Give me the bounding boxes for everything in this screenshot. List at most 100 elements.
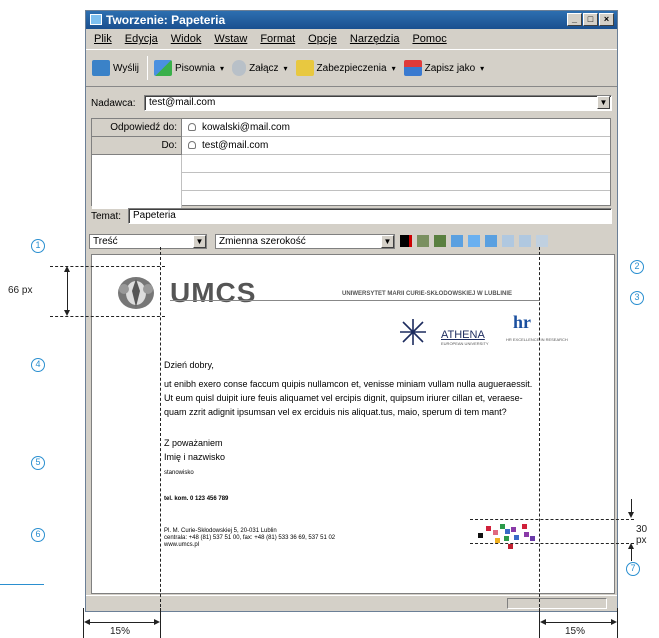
- signature-position: stanowisko: [164, 470, 194, 476]
- signature-name: Imię i nazwisko: [164, 452, 226, 462]
- margin-label-left: 15%: [110, 626, 131, 637]
- window-title: Tworzenie: Papeteria: [106, 13, 226, 27]
- minimize-button[interactable]: _: [567, 13, 582, 26]
- arrow-up-icon: [64, 266, 70, 272]
- bullet-list-icon[interactable]: [502, 235, 514, 247]
- spellcheck-icon: [154, 60, 173, 76]
- menu-tools[interactable]: Narzędzia: [350, 30, 400, 48]
- subject-field[interactable]: Papeteria: [128, 208, 612, 224]
- size-label-66: 66 px: [8, 285, 33, 296]
- increase-font-icon[interactable]: [434, 235, 446, 247]
- send-button[interactable]: Wyślij: [92, 60, 139, 76]
- recipient-row-empty[interactable]: [92, 191, 610, 209]
- attach-button[interactable]: Załącz ▾: [232, 60, 288, 76]
- annotation-marker-6: 6: [31, 528, 45, 542]
- athena-star-icon: [400, 319, 426, 345]
- chevron-down-icon[interactable]: ▾: [392, 64, 396, 73]
- recipient-row[interactable]: Odpowiedź do: kowalski@mail.com: [92, 119, 610, 137]
- athena-logo-text: ATHENA: [441, 329, 485, 341]
- bold-icon[interactable]: [451, 235, 463, 247]
- chevron-down-icon[interactable]: ▾: [284, 64, 288, 73]
- recipient-type-dropdown[interactable]: Do:: [92, 137, 182, 155]
- spelling-button[interactable]: Pisownia ▾: [154, 60, 224, 76]
- font-select[interactable]: Zmienna szerokość ▼: [215, 233, 395, 249]
- contact-icon: [188, 123, 196, 131]
- menu-options[interactable]: Opcje: [308, 30, 337, 48]
- menu-help[interactable]: Pomoc: [412, 30, 446, 48]
- menu-insert[interactable]: Wstaw: [214, 30, 247, 48]
- closing-text: Z poważaniem: [164, 438, 223, 448]
- chevron-down-icon[interactable]: ▾: [220, 64, 224, 73]
- chevron-down-icon[interactable]: ▼: [597, 96, 610, 109]
- arrow-right-icon: [154, 619, 160, 625]
- signature-phone: tel. kom. 0 123 456 789: [164, 496, 229, 502]
- guide-line: [50, 316, 165, 317]
- body-line: Ut eum quisl duipit iure feuis aliquamet…: [164, 393, 523, 403]
- dimension-line: [631, 499, 632, 513]
- text-color-icon[interactable]: [400, 235, 412, 247]
- hr-logo-text: hr: [513, 312, 531, 332]
- outdent-icon[interactable]: [536, 235, 548, 247]
- close-button[interactable]: ×: [599, 13, 614, 26]
- menu-view[interactable]: Widok: [171, 30, 202, 48]
- recipient-row[interactable]: Do: test@mail.com: [92, 137, 610, 155]
- toolbar: Wyślij Pisownia ▾ Załącz ▾ Zabezpieczenia ▾…: [86, 49, 617, 87]
- guide-line: [470, 519, 634, 520]
- guide-line: [470, 543, 634, 544]
- menu-file[interactable]: Plik: [94, 30, 112, 48]
- italic-icon[interactable]: [468, 235, 480, 247]
- recipient-row-empty[interactable]: [92, 155, 610, 173]
- arrow-left-icon: [84, 619, 90, 625]
- lock-icon: [295, 60, 314, 76]
- recipient-type-dropdown[interactable]: Odpowiedź do:: [92, 119, 182, 137]
- header-divider: [170, 300, 540, 301]
- menu-bar: Plik Edycja Widok Wstaw Format Opcje Nar…: [86, 30, 617, 48]
- decrease-font-icon[interactable]: [417, 235, 429, 247]
- security-button[interactable]: Zabezpieczenia ▾: [295, 60, 396, 76]
- annotation-marker-2: 2: [630, 260, 644, 274]
- dimension-tick: [160, 608, 161, 638]
- chevron-down-icon[interactable]: ▼: [193, 234, 206, 248]
- footer-contact: centrala: +48 (81) 537 51 00, fax: +48 (…: [164, 535, 336, 541]
- to-value: test@mail.com: [202, 140, 269, 151]
- athena-subtitle: EUROPEAN UNIVERSITY: [441, 341, 489, 346]
- hr-subtitle: HR EXCELLENCE IN RESEARCH: [506, 337, 568, 342]
- reply-to-value: kowalski@mail.com: [202, 122, 290, 133]
- annotation-marker-4: 4: [31, 358, 45, 372]
- arrow-down-icon: [628, 512, 634, 518]
- recipient-row-empty[interactable]: [92, 173, 610, 191]
- numbered-list-icon[interactable]: [519, 235, 531, 247]
- subject-label: Temat:: [91, 211, 122, 222]
- margin-guide-right: [539, 247, 540, 612]
- dimension-line: [631, 549, 632, 561]
- sender-field[interactable]: test@mail.com: [144, 95, 612, 111]
- dimension-tick: [617, 608, 618, 638]
- chevron-down-icon[interactable]: ▾: [480, 64, 484, 73]
- arrow-down-icon: [64, 310, 70, 316]
- footer-address: Pl. M. Curie-Skłodowskiej 5, 20-031 Lubl…: [164, 528, 277, 534]
- dimension-line: [546, 622, 611, 623]
- recipients-grid: Odpowiedź do: kowalski@mail.com Do: test…: [91, 118, 611, 209]
- margin-label-right: 15%: [565, 626, 586, 637]
- university-name: UNIWERSYTET MARII CURIE-SKŁODOWSKIEJ W L…: [342, 291, 512, 297]
- menu-format[interactable]: Format: [260, 30, 295, 48]
- arrow-left-icon: [540, 619, 546, 625]
- dimension-line: [90, 622, 154, 623]
- underline-icon[interactable]: [485, 235, 497, 247]
- maximize-button[interactable]: □: [583, 13, 598, 26]
- save-as-button[interactable]: Zapisz jako ▾: [403, 60, 484, 76]
- menu-edit[interactable]: Edycja: [125, 30, 158, 48]
- save-icon: [403, 60, 422, 76]
- sender-label: Nadawca:: [91, 98, 136, 109]
- contact-icon: [188, 141, 196, 149]
- paragraph-style-select[interactable]: Treść ▼: [89, 233, 207, 249]
- status-bar: [86, 595, 617, 611]
- send-icon: [92, 60, 110, 76]
- format-toolbar: Treść ▼ Zmienna szerokość ▼: [86, 231, 617, 251]
- chevron-down-icon[interactable]: ▼: [381, 234, 394, 248]
- annotation-marker-3: 3: [630, 291, 644, 305]
- arrow-right-icon: [611, 619, 617, 625]
- body-line: ut enibh exero conse faccum quipis nulla…: [164, 379, 533, 389]
- status-pane: [507, 598, 607, 609]
- section-rule: [0, 584, 44, 585]
